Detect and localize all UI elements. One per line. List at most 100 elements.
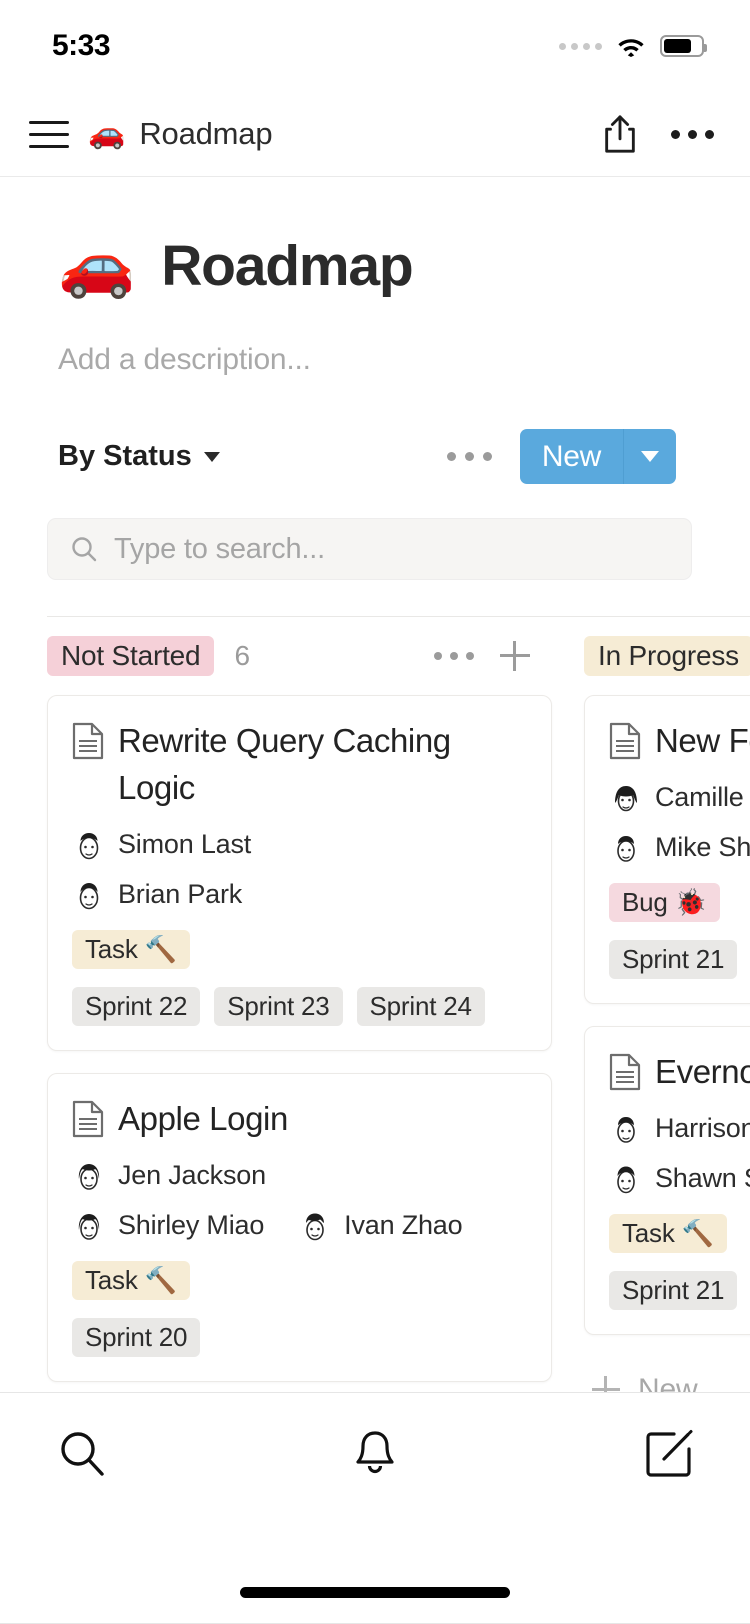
board-card[interactable]: Evernote Import Harrison Wheeler <box>584 1026 750 1335</box>
avatar-mike-sh <box>609 831 643 865</box>
view-selector-label: By Status <box>58 440 192 473</box>
search-container: Type to search... <box>47 518 692 580</box>
card-title: Evernote Import <box>655 1049 750 1096</box>
bottom-tab-bar <box>0 1392 750 1624</box>
avatar-brian-park <box>72 878 106 912</box>
page-title-row: 🚗 Roadmap <box>58 233 692 299</box>
card-title-row: Apple Login <box>72 1096 527 1143</box>
avatar-simon-last <box>72 828 106 862</box>
column-header: In Progress <box>584 617 750 695</box>
new-button[interactable]: New <box>520 429 623 484</box>
tab-search[interactable] <box>56 1428 269 1480</box>
person-name: Mike Shinoda <box>655 832 750 863</box>
tab-compose[interactable] <box>481 1429 694 1479</box>
card-tag-row: Sprint 21 <box>609 1271 750 1310</box>
card-people-row: Shawn Smith <box>609 1162 750 1196</box>
avatar-ivan-zhao <box>298 1209 332 1243</box>
card-tag: Bug 🐞 <box>609 883 720 922</box>
card-person: Harrison Wheeler <box>609 1112 750 1146</box>
person-name: Simon Last <box>118 829 251 860</box>
document-icon <box>72 1100 104 1138</box>
more-options-icon[interactable] <box>671 130 714 139</box>
app-screen: 5:33 🚗 Roadmap 🚗 <box>0 0 750 1624</box>
view-more-icon[interactable] <box>447 452 492 461</box>
board-card[interactable]: New Feature Camille Ricketts <box>584 695 750 1004</box>
card-people-row: Brian Park <box>72 878 527 912</box>
page-title[interactable]: Roadmap <box>161 233 412 299</box>
document-icon <box>72 722 104 760</box>
card-person: Mike Shinoda <box>609 831 750 865</box>
nav-actions <box>603 114 714 154</box>
column-count: 6 <box>234 640 250 672</box>
column-more-icon[interactable] <box>434 652 474 660</box>
avatar-jen-jackson <box>72 1159 106 1193</box>
status-bar: 5:33 <box>0 0 750 92</box>
card-tag: Sprint 21 <box>609 1271 737 1310</box>
share-icon[interactable] <box>603 114 637 154</box>
new-button-dropdown[interactable] <box>624 429 676 484</box>
view-selector[interactable]: By Status <box>58 440 220 473</box>
card-tag-row: Task 🔨 <box>609 1214 750 1253</box>
person-name: Brian Park <box>118 879 242 910</box>
card-people-row: Shirley Miao Ivan Zhao <box>72 1209 527 1243</box>
card-people-row: Mike Shinoda <box>609 831 750 865</box>
card-title: Rewrite Query Caching Logic <box>118 718 527 812</box>
card-tag: Sprint 20 <box>72 1318 200 1357</box>
nav-emoji: 🚗 <box>88 119 125 149</box>
card-tag: Task 🔨 <box>72 1261 190 1300</box>
signal-dots-icon <box>559 43 602 50</box>
board-card[interactable]: Rewrite Query Caching Logic Simon Last <box>47 695 552 1051</box>
document-icon <box>609 722 641 760</box>
bottom-tab-icons <box>0 1393 750 1515</box>
card-tag: Sprint 23 <box>214 987 342 1026</box>
card-title-row: New Feature <box>609 718 750 765</box>
person-name: Harrison Wheeler <box>655 1113 750 1144</box>
document-icon <box>609 1053 641 1091</box>
card-title: New Feature <box>655 718 750 765</box>
board-card[interactable]: Apple Login Jen Jackson <box>47 1073 552 1382</box>
column-status-pill: Not Started <box>47 636 214 676</box>
card-tag-row: Task 🔨 <box>72 1261 527 1300</box>
tab-notifications[interactable] <box>269 1428 482 1480</box>
home-indicator <box>240 1587 510 1598</box>
card-tag: Sprint 22 <box>72 987 200 1026</box>
person-name: Camille Ricketts <box>655 782 750 813</box>
search-placeholder: Type to search... <box>114 533 325 566</box>
hamburger-menu-icon[interactable] <box>26 117 72 151</box>
compose-icon <box>644 1429 694 1479</box>
card-person: Brian Park <box>72 878 242 912</box>
card-person: Shawn Smith <box>609 1162 750 1196</box>
chevron-down-icon <box>641 451 659 462</box>
card-people-row: Harrison Wheeler <box>609 1112 750 1146</box>
person-name: Jen Jackson <box>118 1160 266 1191</box>
person-name: Shawn Smith <box>655 1163 750 1194</box>
view-toolbar: By Status New <box>58 429 692 484</box>
card-tag: Task 🔨 <box>609 1214 727 1253</box>
new-button-group: New <box>520 429 676 484</box>
card-person: Camille Ricketts <box>609 781 750 815</box>
status-time: 5:33 <box>52 29 110 63</box>
page-header: 🚗 Roadmap Add a description... By Status… <box>0 177 750 484</box>
card-tag-row: Sprint 22 Sprint 23 Sprint 24 <box>72 987 527 1026</box>
page-emoji[interactable]: 🚗 <box>58 235 135 297</box>
card-tag: Task 🔨 <box>72 930 190 969</box>
card-title-row: Rewrite Query Caching Logic <box>72 718 527 812</box>
avatar-harrison <box>609 1112 643 1146</box>
nav-title: Roadmap <box>139 116 272 152</box>
status-indicators <box>559 35 704 57</box>
search-icon <box>70 535 98 563</box>
card-tag-row: Bug 🐞 <box>609 883 750 922</box>
card-person: Ivan Zhao <box>298 1209 462 1243</box>
column-add-icon[interactable] <box>500 641 530 671</box>
card-tag: Sprint 21 <box>609 940 737 979</box>
page-description-placeholder[interactable]: Add a description... <box>58 343 692 377</box>
bell-icon <box>351 1428 399 1480</box>
search-input[interactable]: Type to search... <box>47 518 692 580</box>
avatar-shawn <box>609 1162 643 1196</box>
card-person: Simon Last <box>72 828 251 862</box>
avatar-shirley-miao <box>72 1209 106 1243</box>
column-actions <box>434 641 552 671</box>
person-name: Shirley Miao <box>118 1210 264 1241</box>
card-people-row: Jen Jackson <box>72 1159 527 1193</box>
search-icon <box>56 1428 108 1480</box>
